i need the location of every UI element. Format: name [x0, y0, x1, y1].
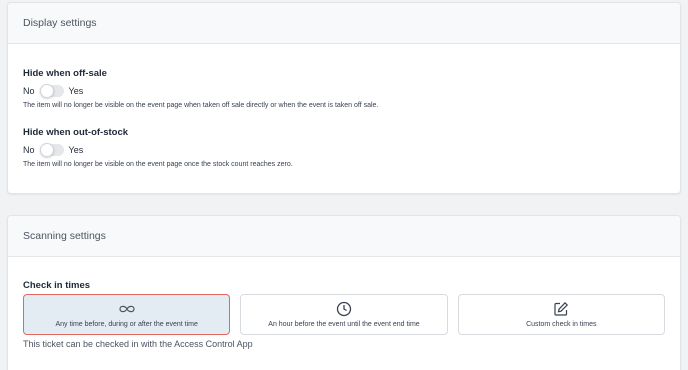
toggle-yes-label: Yes [68, 86, 84, 96]
display-settings-card: Display settings Hide when off-sale No Y… [7, 2, 681, 194]
check-in-options: Any time before, during or after the eve… [23, 294, 665, 335]
check-in-footer-text: This ticket can be checked in with the A… [23, 339, 253, 349]
toggle-yes-label: Yes [68, 145, 84, 155]
scanning-settings-header: Scanning settings [8, 216, 680, 257]
display-settings-title: Display settings [23, 17, 97, 29]
hide-off-sale-setting: Hide when off-sale No Yes The item will … [23, 68, 665, 109]
option-label: Custom check in times [526, 321, 597, 328]
infinity-icon [118, 301, 136, 317]
hide-off-sale-toggle-row: No Yes [23, 84, 665, 98]
edit-icon [553, 301, 569, 317]
clock-icon [336, 301, 352, 317]
hide-out-of-stock-setting: Hide when out-of-stock No Yes The item w… [23, 127, 665, 168]
toggle-no-label: No [23, 145, 35, 155]
option-hour-before[interactable]: An hour before the event until the event… [240, 294, 448, 335]
toggle-knob [39, 143, 54, 157]
toggle-knob [39, 84, 54, 98]
check-in-times-title: Check in times [23, 280, 91, 291]
toggle-no-label: No [23, 86, 35, 96]
hide-off-sale-toggle[interactable] [39, 84, 64, 98]
hide-out-of-stock-toggle[interactable] [39, 143, 64, 157]
hide-off-sale-description: The item will no longer be visible on th… [23, 102, 379, 109]
scanning-settings-title: Scanning settings [23, 230, 106, 242]
hide-out-of-stock-toggle-row: No Yes [23, 143, 665, 157]
display-settings-header: Display settings [8, 3, 680, 44]
option-custom-times[interactable]: Custom check in times [457, 294, 665, 335]
hide-out-of-stock-description: The item will no longer be visible on th… [23, 161, 293, 168]
hide-out-of-stock-title: Hide when out-of-stock [23, 127, 129, 138]
option-any-time[interactable]: Any time before, during or after the eve… [23, 294, 231, 335]
option-label: An hour before the event until the event… [268, 321, 420, 328]
hide-off-sale-title: Hide when off-sale [23, 68, 107, 79]
scanning-settings-card: Scanning settings Check in times Any tim… [7, 215, 681, 370]
option-label: Any time before, during or after the eve… [55, 321, 198, 328]
